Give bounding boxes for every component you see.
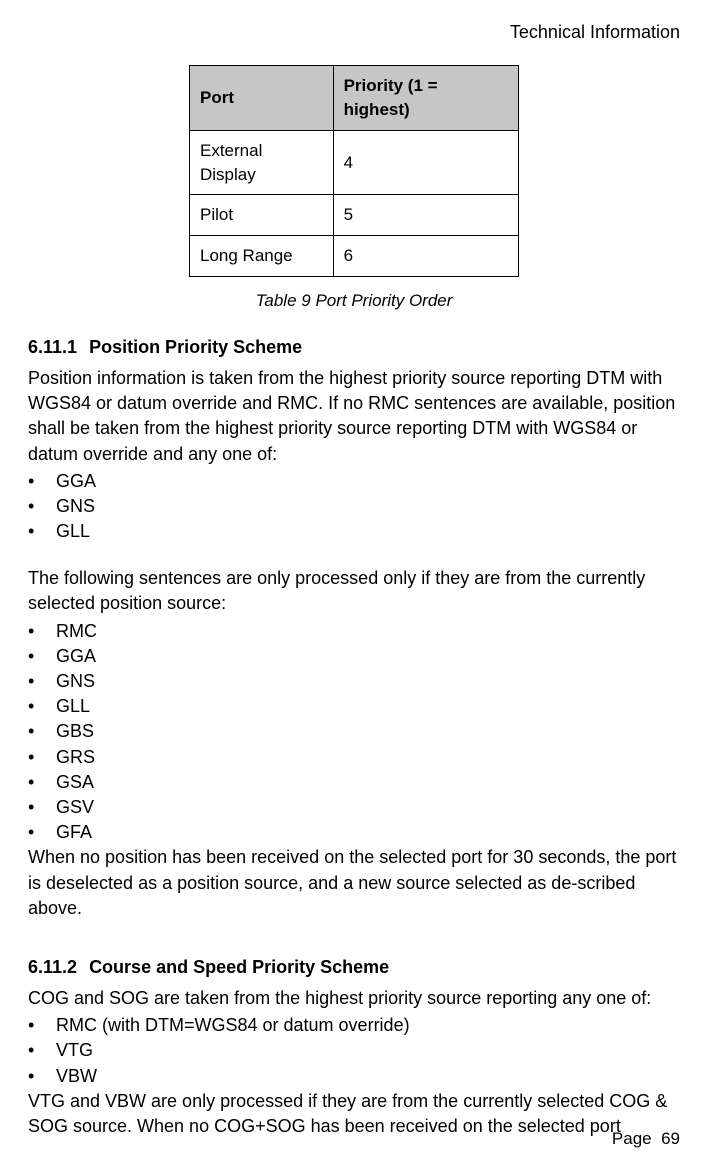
bullet-icon: • xyxy=(28,1064,56,1089)
body-paragraph: VTG and VBW are only processed if they a… xyxy=(28,1089,680,1139)
section-number: 6.11.2 xyxy=(28,957,77,977)
bullet-icon: • xyxy=(28,745,56,770)
bullet-list: •RMC •GGA •GNS •GLL •GBS •GRS •GSA •GSV … xyxy=(28,619,680,846)
section-title: Position Priority Scheme xyxy=(89,337,302,357)
header-title: Technical Information xyxy=(28,20,680,45)
section-title: Course and Speed Priority Scheme xyxy=(89,957,389,977)
list-item: •GFA xyxy=(28,820,680,845)
list-item: •RMC xyxy=(28,619,680,644)
list-item: •GLL xyxy=(28,694,680,719)
page-number: 69 xyxy=(661,1129,680,1148)
bullet-icon: • xyxy=(28,1038,56,1063)
bullet-icon: • xyxy=(28,519,56,544)
bullet-icon: • xyxy=(28,644,56,669)
bullet-icon: • xyxy=(28,770,56,795)
table-cell-priority: 4 xyxy=(333,130,518,195)
bullet-list: •RMC (with DTM=WGS84 or datum override) … xyxy=(28,1013,680,1089)
table-header-row: Port Priority (1 = highest) xyxy=(190,66,519,131)
list-item: •GSA xyxy=(28,770,680,795)
list-item: •RMC (with DTM=WGS84 or datum override) xyxy=(28,1013,680,1038)
list-item: •VBW xyxy=(28,1064,680,1089)
table-row: Long Range 6 xyxy=(190,236,519,277)
bullet-icon: • xyxy=(28,820,56,845)
bullet-icon: • xyxy=(28,719,56,744)
body-paragraph: Position information is taken from the h… xyxy=(28,366,680,467)
section-heading-position-priority: 6.11.1 Position Priority Scheme xyxy=(28,335,680,360)
bullet-icon: • xyxy=(28,694,56,719)
bullet-list: •GGA •GNS •GLL xyxy=(28,469,680,545)
bullet-icon: • xyxy=(28,619,56,644)
port-priority-table: Port Priority (1 = highest) External Dis… xyxy=(189,65,519,277)
table-row: Pilot 5 xyxy=(190,195,519,236)
list-item: •GBS xyxy=(28,719,680,744)
table-cell-priority: 6 xyxy=(333,236,518,277)
body-paragraph: When no position has been received on th… xyxy=(28,845,680,921)
bullet-icon: • xyxy=(28,494,56,519)
bullet-icon: • xyxy=(28,669,56,694)
list-item: •GRS xyxy=(28,745,680,770)
list-item: •GNS xyxy=(28,494,680,519)
page-label: Page xyxy=(612,1129,652,1148)
table-row: External Display 4 xyxy=(190,130,519,195)
list-item: •GSV xyxy=(28,795,680,820)
table-header-priority: Priority (1 = highest) xyxy=(333,66,518,131)
list-item: •GGA xyxy=(28,644,680,669)
table-cell-port: Pilot xyxy=(190,195,334,236)
bullet-icon: • xyxy=(28,469,56,494)
table-cell-priority: 5 xyxy=(333,195,518,236)
list-item: •GLL xyxy=(28,519,680,544)
page-footer: Page 69 xyxy=(612,1127,680,1151)
body-paragraph: The following sentences are only process… xyxy=(28,566,680,616)
list-item: •VTG xyxy=(28,1038,680,1063)
bullet-icon: • xyxy=(28,795,56,820)
table-caption: Table 9 Port Priority Order xyxy=(28,289,680,313)
table-cell-port: External Display xyxy=(190,130,334,195)
table-header-port: Port xyxy=(190,66,334,131)
bullet-icon: • xyxy=(28,1013,56,1038)
section-heading-course-speed: 6.11.2 Course and Speed Priority Scheme xyxy=(28,955,680,980)
list-item: •GNS xyxy=(28,669,680,694)
list-item: •GGA xyxy=(28,469,680,494)
body-paragraph: COG and SOG are taken from the highest p… xyxy=(28,986,680,1011)
section-number: 6.11.1 xyxy=(28,337,77,357)
table-cell-port: Long Range xyxy=(190,236,334,277)
